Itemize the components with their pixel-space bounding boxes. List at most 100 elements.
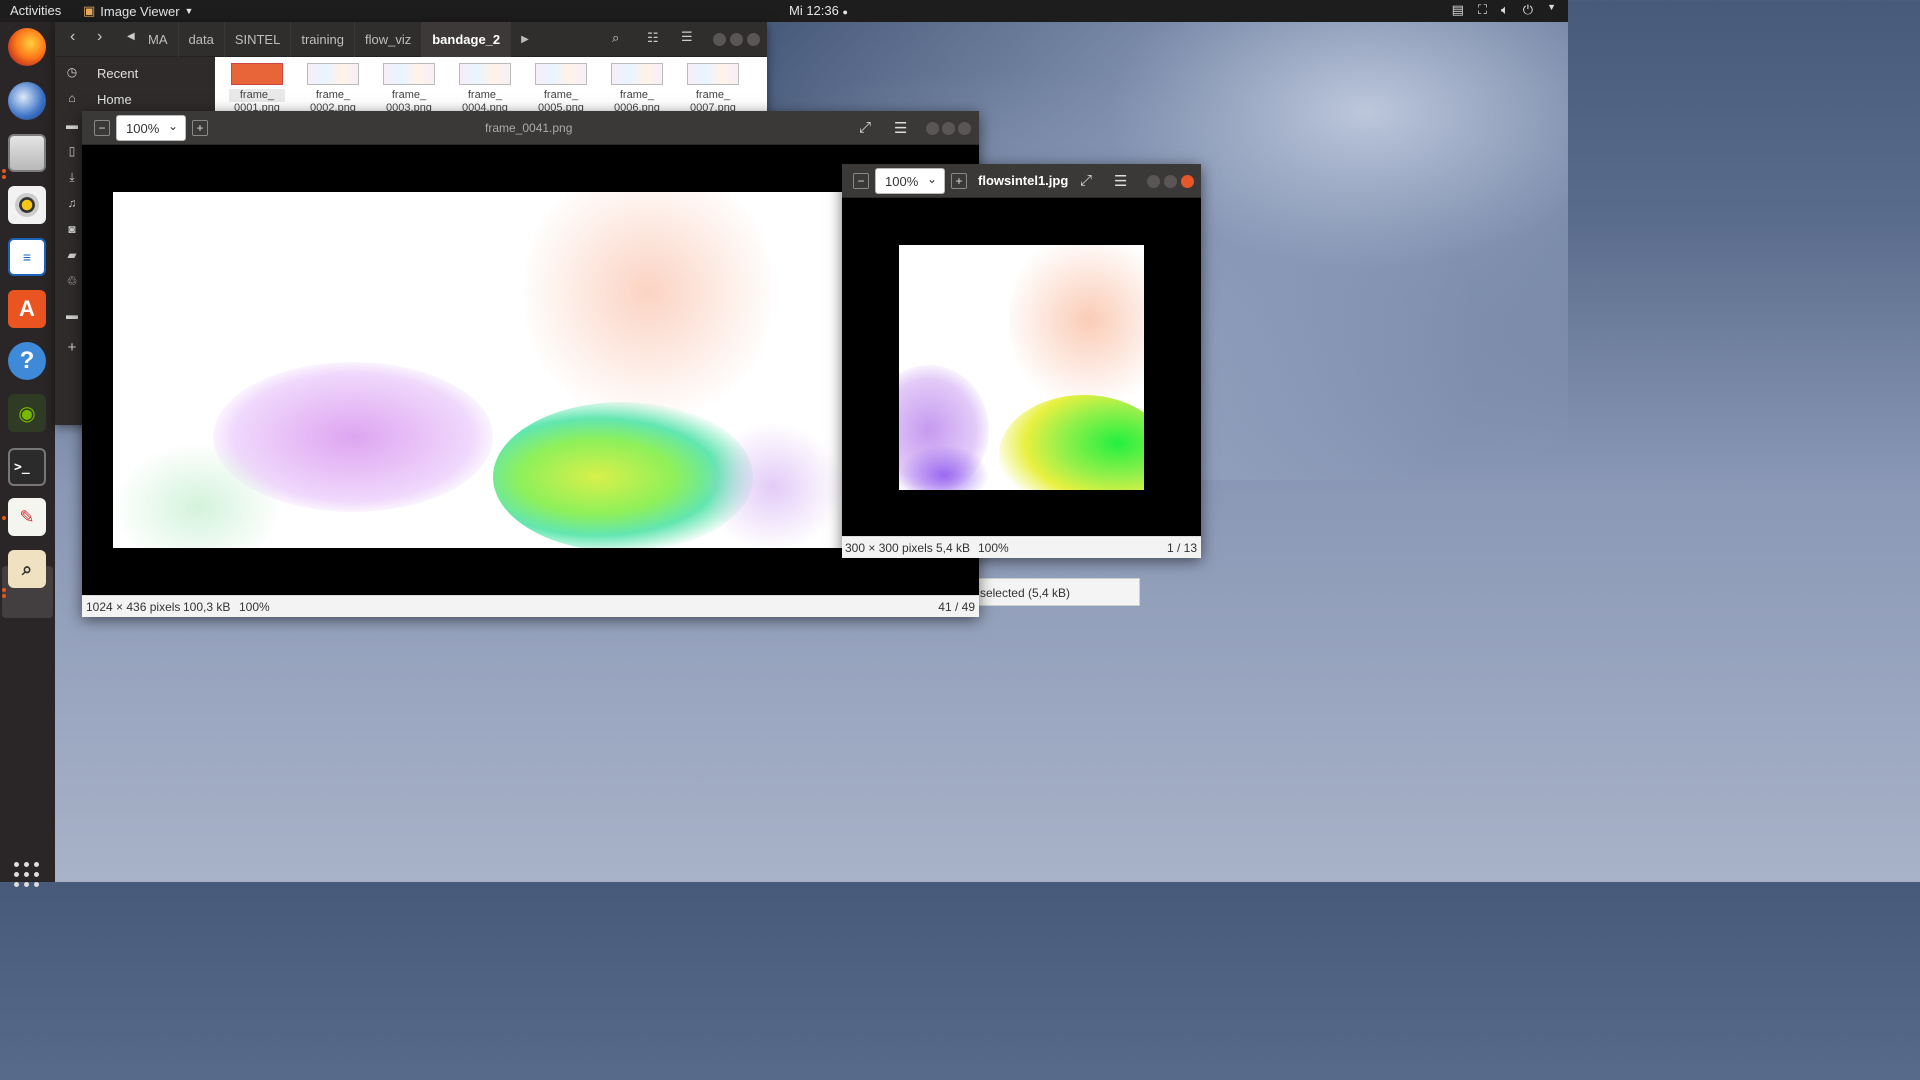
breadcrumb-ma[interactable]: MA (138, 22, 179, 57)
view-list-icon[interactable]: ☷ (647, 30, 659, 46)
clock[interactable]: Mi 12:36 ● (789, 3, 848, 18)
minimize-button[interactable] (1147, 175, 1160, 188)
app-menu[interactable]: ▣ Image Viewer ▼ (83, 3, 193, 19)
music-icon: ♫ (67, 196, 77, 210)
terminal-icon[interactable]: >_ (8, 448, 46, 486)
help-icon[interactable]: ? (8, 342, 46, 380)
maximize-button[interactable] (942, 122, 955, 135)
activities-button[interactable]: Activities (10, 3, 61, 18)
file-thumbnail (231, 63, 283, 85)
nvidia-icon[interactable]: ◉ (8, 394, 46, 432)
viewer-status-bar: 1024 × 436 pixels 100,3 kB 100% 41 / 49 (82, 595, 979, 617)
app-menu-label: Image Viewer (100, 3, 180, 19)
breadcrumb-data[interactable]: data (179, 22, 225, 57)
top-bar: Activities ▣ Image Viewer ▼ Mi 12:36 ● ▤… (0, 0, 1568, 22)
running-indicator (2, 175, 6, 179)
fullscreen-icon[interactable]: ⤢ (859, 119, 871, 136)
viewer-headerbar: − 100% ⌄ + flowsintel1.jpg ⤢ ☰ (842, 164, 1201, 198)
text-editor-icon[interactable]: ✎ (8, 498, 46, 536)
forward-icon[interactable]: › (97, 28, 102, 46)
optical-flow-image[interactable] (113, 192, 842, 548)
thunderbird-icon[interactable] (8, 82, 46, 120)
chevron-down-icon: ⌄ (926, 172, 937, 186)
file-thumbnail (535, 63, 587, 85)
rhythmbox-icon[interactable] (8, 186, 46, 224)
image-viewer-icon[interactable]: ⌕ (8, 550, 46, 588)
file-thumbnail (307, 63, 359, 85)
zoom-out-button[interactable]: − (853, 173, 869, 189)
breadcrumb-bandage-2[interactable]: bandage_2 (422, 22, 512, 57)
flow-region (999, 395, 1144, 490)
files-headerbar: ‹ › ◀ MA data SINTEL training flow_viz b… (55, 22, 767, 57)
power-icon[interactable]: ⏻ (1523, 2, 1533, 18)
path-scroll-left-icon[interactable]: ◀ (127, 31, 135, 42)
menu-icon[interactable]: ☰ (681, 29, 693, 45)
maximize-button[interactable] (730, 33, 743, 46)
file-item[interactable]: frame_ 0001.png (229, 63, 285, 115)
sidebar-item-recent[interactable]: ◷ Recent (55, 61, 215, 87)
zoom-in-button[interactable]: + (951, 173, 967, 189)
volume-icon[interactable]: 🔈︎ (1501, 2, 1509, 18)
maximize-button[interactable] (1164, 175, 1177, 188)
file-thumbnail (611, 63, 663, 85)
close-button[interactable] (958, 122, 971, 135)
window-title: flowsintel1.jpg (978, 173, 1069, 188)
folder-icon: ▬ (66, 308, 78, 322)
chevron-down-icon: ⌄ (167, 119, 178, 133)
file-thumbnail (383, 63, 435, 85)
file-item[interactable]: frame_ 0006.png (609, 63, 665, 115)
sidebar-item-home[interactable]: ⌂ Home (55, 87, 215, 113)
flow-region (523, 192, 773, 432)
minimize-button[interactable] (926, 122, 939, 135)
plus-icon: + (67, 339, 77, 356)
clock-icon: ◷ (66, 65, 78, 79)
file-item[interactable]: frame_ 0004.png (457, 63, 513, 115)
file-item[interactable]: frame_ 0003.png (381, 63, 437, 115)
minimize-button[interactable] (713, 33, 726, 46)
menu-icon[interactable]: ☰ (1114, 172, 1127, 190)
window-title: frame_0041.png (485, 121, 573, 135)
file-item[interactable]: frame_ 0002.png (305, 63, 361, 115)
search-icon[interactable]: ⌕ (612, 30, 619, 46)
network-icon[interactable]: ⛶ (1478, 2, 1487, 18)
system-tray[interactable]: ▤ ⛶ 🔈︎ ⏻ ▼ (1452, 2, 1556, 18)
video-icon: ▰ (67, 248, 77, 262)
close-button[interactable] (747, 33, 760, 46)
keyboard-icon[interactable]: ▤ (1452, 2, 1464, 18)
folder-icon: ▬ (66, 118, 78, 132)
file-item[interactable]: frame_ 0005.png (533, 63, 589, 115)
files-icon[interactable] (8, 134, 46, 172)
zoom-in-button[interactable]: + (192, 120, 208, 136)
close-button[interactable] (1181, 175, 1194, 188)
breadcrumb-training[interactable]: training (291, 22, 355, 57)
software-center-icon[interactable]: A (8, 290, 46, 328)
breadcrumb: MA data SINTEL training flow_viz bandage… (138, 22, 539, 57)
breadcrumb-sintel[interactable]: SINTEL (225, 22, 292, 57)
viewer-status-bar: 300 × 300 pixels 5,4 kB 100% 1 / 13 (842, 536, 1201, 558)
firefox-icon[interactable] (8, 28, 46, 66)
file-thumbnail (687, 63, 739, 85)
notification-dot-icon: ● (842, 7, 848, 17)
optical-flow-image[interactable] (899, 245, 1144, 490)
dock: ≡ A ? ◉ >_ ✎ ⌕ (0, 22, 55, 887)
running-indicator (2, 588, 6, 592)
zoom-select[interactable]: 100% ⌄ (116, 115, 186, 141)
flow-region (703, 422, 842, 548)
show-apps-icon[interactable] (14, 862, 40, 888)
zoom-select[interactable]: 100% ⌄ (875, 168, 945, 194)
running-indicator (2, 169, 6, 173)
back-icon[interactable]: ‹ (70, 28, 75, 46)
file-item[interactable]: frame_ 0007.png (685, 63, 741, 115)
libreoffice-writer-icon[interactable]: ≡ (8, 238, 46, 276)
camera-icon: ◙ (68, 222, 76, 236)
path-scroll-right-icon[interactable]: ▶ (511, 22, 539, 57)
home-icon: ⌂ (68, 91, 76, 105)
zoom-out-button[interactable]: − (94, 120, 110, 136)
breadcrumb-flow-viz[interactable]: flow_viz (355, 22, 423, 57)
fullscreen-icon[interactable]: ⤢ (1080, 172, 1092, 189)
image-viewer-window-2: − 100% ⌄ + flowsintel1.jpg ⤢ ☰ 300 × 300 … (842, 164, 1201, 558)
menu-icon[interactable]: ☰ (894, 119, 907, 137)
download-icon: ⤓ (69, 170, 75, 184)
chevron-down-icon: ▼ (184, 6, 194, 16)
chevron-down-icon[interactable]: ▼ (1547, 2, 1556, 18)
